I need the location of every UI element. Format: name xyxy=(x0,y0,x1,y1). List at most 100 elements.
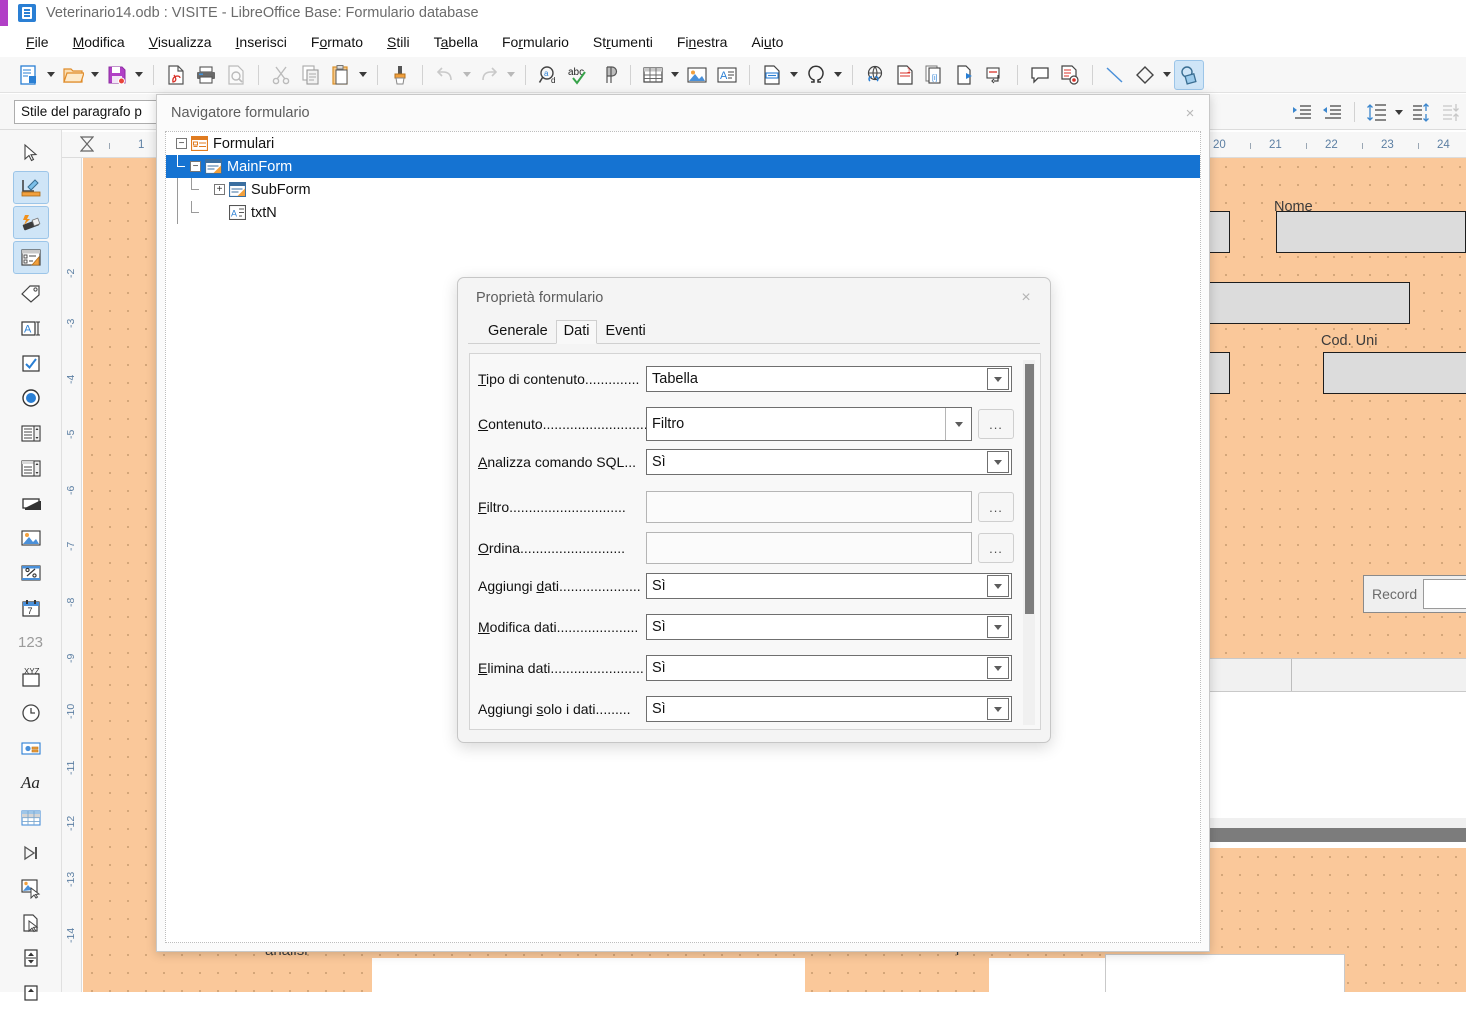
combo-box-icon[interactable] xyxy=(13,451,49,484)
menu-visualizza[interactable]: Visualizza xyxy=(137,32,224,52)
tree-item-txtn[interactable]: A txtN xyxy=(166,201,1200,224)
paste-dropdown-icon[interactable] xyxy=(356,60,370,90)
chevron-down-icon[interactable] xyxy=(987,451,1009,473)
numerical-field-icon[interactable]: 123 xyxy=(13,626,49,659)
endnote-icon[interactable]: [i] xyxy=(920,60,950,90)
cross-reference-icon[interactable] xyxy=(980,60,1010,90)
menu-stili[interactable]: Stili xyxy=(375,32,422,52)
line-spacing-dropdown-icon[interactable] xyxy=(1392,97,1406,127)
content-type-combo[interactable]: Tabella xyxy=(646,366,1012,392)
sort-browse-button[interactable]: ... xyxy=(978,533,1014,563)
close-icon[interactable]: × xyxy=(1177,100,1203,126)
menu-strumenti[interactable]: Strumenti xyxy=(581,32,665,52)
text-box-icon[interactable]: A xyxy=(13,311,49,344)
clone-formatting-icon[interactable] xyxy=(385,60,415,90)
print-icon[interactable] xyxy=(191,60,221,90)
menu-modifica[interactable]: Modifica xyxy=(61,32,137,52)
chevron-down-icon[interactable] xyxy=(987,368,1009,390)
copy-icon[interactable] xyxy=(296,60,326,90)
filter-input[interactable] xyxy=(646,491,972,523)
spelling-icon[interactable]: abc xyxy=(563,60,593,90)
track-changes-icon[interactable] xyxy=(1055,60,1085,90)
navigation-bar-icon[interactable] xyxy=(13,836,49,869)
tree-item-formulari[interactable]: − Formulari xyxy=(166,132,1200,155)
expander-minus-icon[interactable]: − xyxy=(190,161,201,172)
property-row-tipo-contenuto[interactable]: Tipo di contenuto.............. Tabella xyxy=(478,366,1028,392)
close-icon[interactable]: × xyxy=(1014,286,1038,310)
text-box-icon[interactable]: A xyxy=(712,60,742,90)
page-break-icon[interactable] xyxy=(757,60,787,90)
comment-icon[interactable] xyxy=(1025,60,1055,90)
list-box-icon[interactable] xyxy=(13,416,49,449)
chevron-down-icon[interactable] xyxy=(987,575,1009,597)
footnote-icon[interactable]: 1 xyxy=(890,60,920,90)
paste-icon[interactable] xyxy=(326,60,356,90)
push-button-icon[interactable] xyxy=(13,486,49,519)
save-dropdown-icon[interactable] xyxy=(132,60,146,90)
menu-aiuto[interactable]: Aiuto xyxy=(739,32,795,52)
select-icon[interactable] xyxy=(13,136,49,169)
show-draw-functions-icon[interactable] xyxy=(1174,59,1204,90)
tree-item-subform[interactable]: + SubForm xyxy=(166,178,1200,201)
redo-icon[interactable] xyxy=(474,60,504,90)
chevron-down-icon[interactable] xyxy=(987,616,1009,638)
chevron-down-icon[interactable] xyxy=(945,408,971,440)
properties-tabs[interactable]: Generale Dati Eventi xyxy=(468,318,1040,344)
save-icon[interactable] xyxy=(102,60,132,90)
tab-generale[interactable]: Generale xyxy=(480,320,556,343)
properties-pane[interactable]: Tipo di contenuto.............. Tabella … xyxy=(469,353,1041,730)
tab-dati[interactable]: Dati xyxy=(555,320,598,344)
image-button-icon[interactable] xyxy=(13,521,49,554)
option-button-icon[interactable] xyxy=(13,381,49,414)
property-row-elimina-dati[interactable]: Elimina dati........................ Sì xyxy=(478,655,1028,681)
sort-input[interactable] xyxy=(646,532,972,564)
delete-data-combo[interactable]: Sì xyxy=(646,655,1012,681)
property-row-aggiungi-dati[interactable]: Aggiungi dati..................... Sì xyxy=(478,573,1028,599)
form-properties-icon[interactable] xyxy=(12,241,49,274)
modify-data-combo[interactable]: Sì xyxy=(646,614,1012,640)
increase-indent-icon[interactable] xyxy=(1287,97,1317,127)
standard-toolbar[interactable]: ad abc A 1 [i] xyxy=(0,57,1466,93)
property-row-analizza-sql[interactable]: Analizza comando SQL... Sì xyxy=(478,449,1028,475)
toggle-form-control-wizards-icon[interactable] xyxy=(12,206,49,239)
properties-scrollbar[interactable] xyxy=(1023,360,1035,725)
time-field-icon[interactable] xyxy=(13,696,49,729)
analyze-sql-combo[interactable]: Sì xyxy=(646,449,1012,475)
decrease-indent-icon[interactable] xyxy=(1317,97,1347,127)
form-control-box[interactable] xyxy=(1276,211,1466,253)
bookmark-icon[interactable] xyxy=(950,60,980,90)
print-preview-icon[interactable] xyxy=(221,60,251,90)
hyperlink-icon[interactable] xyxy=(860,60,890,90)
new-document-icon[interactable] xyxy=(14,60,44,90)
undo-dropdown-icon[interactable] xyxy=(460,60,474,90)
property-row-contenuto[interactable]: Contenuto........................... Fil… xyxy=(478,407,1028,441)
open-file-dropdown-icon[interactable] xyxy=(88,60,102,90)
undo-icon[interactable] xyxy=(430,60,460,90)
vertical-ruler[interactable]: -2 -3 -4 -5 -6 -7 -8 -9 -10 -11 -12 -13 … xyxy=(62,158,82,992)
page-break-dropdown-icon[interactable] xyxy=(787,60,801,90)
menu-file[interactable]: File xyxy=(14,32,61,52)
menu-bar[interactable]: File Modifica Visualizza Inserisci Forma… xyxy=(0,28,1466,56)
special-character-dropdown-icon[interactable] xyxy=(831,60,845,90)
filter-browse-button[interactable]: ... xyxy=(978,492,1014,522)
menu-formato[interactable]: Formato xyxy=(299,32,375,52)
form-properties-dialog[interactable]: Proprietà formulario × Generale Dati Eve… xyxy=(457,277,1051,743)
formatting-marks-icon[interactable] xyxy=(593,60,623,90)
basic-shapes-dropdown-icon[interactable] xyxy=(1160,60,1174,90)
record-navigation-bar[interactable]: Record xyxy=(1363,575,1466,613)
menu-tabella[interactable]: Tabella xyxy=(422,32,490,52)
chevron-down-icon[interactable] xyxy=(987,657,1009,679)
tree-item-mainform[interactable]: − MainForm xyxy=(166,155,1200,178)
ruler-indent-marker[interactable] xyxy=(79,136,95,152)
scrollbar-icon[interactable] xyxy=(13,976,49,1009)
content-combo[interactable]: Filtro xyxy=(646,407,972,441)
redo-dropdown-icon[interactable] xyxy=(504,60,518,90)
form-control-box[interactable] xyxy=(1323,352,1466,394)
property-row-modifica-dati[interactable]: Modifica dati..................... Sì xyxy=(478,614,1028,640)
find-replace-icon[interactable]: ad xyxy=(533,60,563,90)
cut-icon[interactable] xyxy=(266,60,296,90)
form-controls-toolbar[interactable]: A 7 123 XYZ Aa xyxy=(0,130,62,1001)
formatted-field-icon[interactable] xyxy=(13,556,49,589)
expander-minus-icon[interactable]: − xyxy=(176,138,187,149)
basic-shapes-icon[interactable] xyxy=(1130,60,1160,90)
